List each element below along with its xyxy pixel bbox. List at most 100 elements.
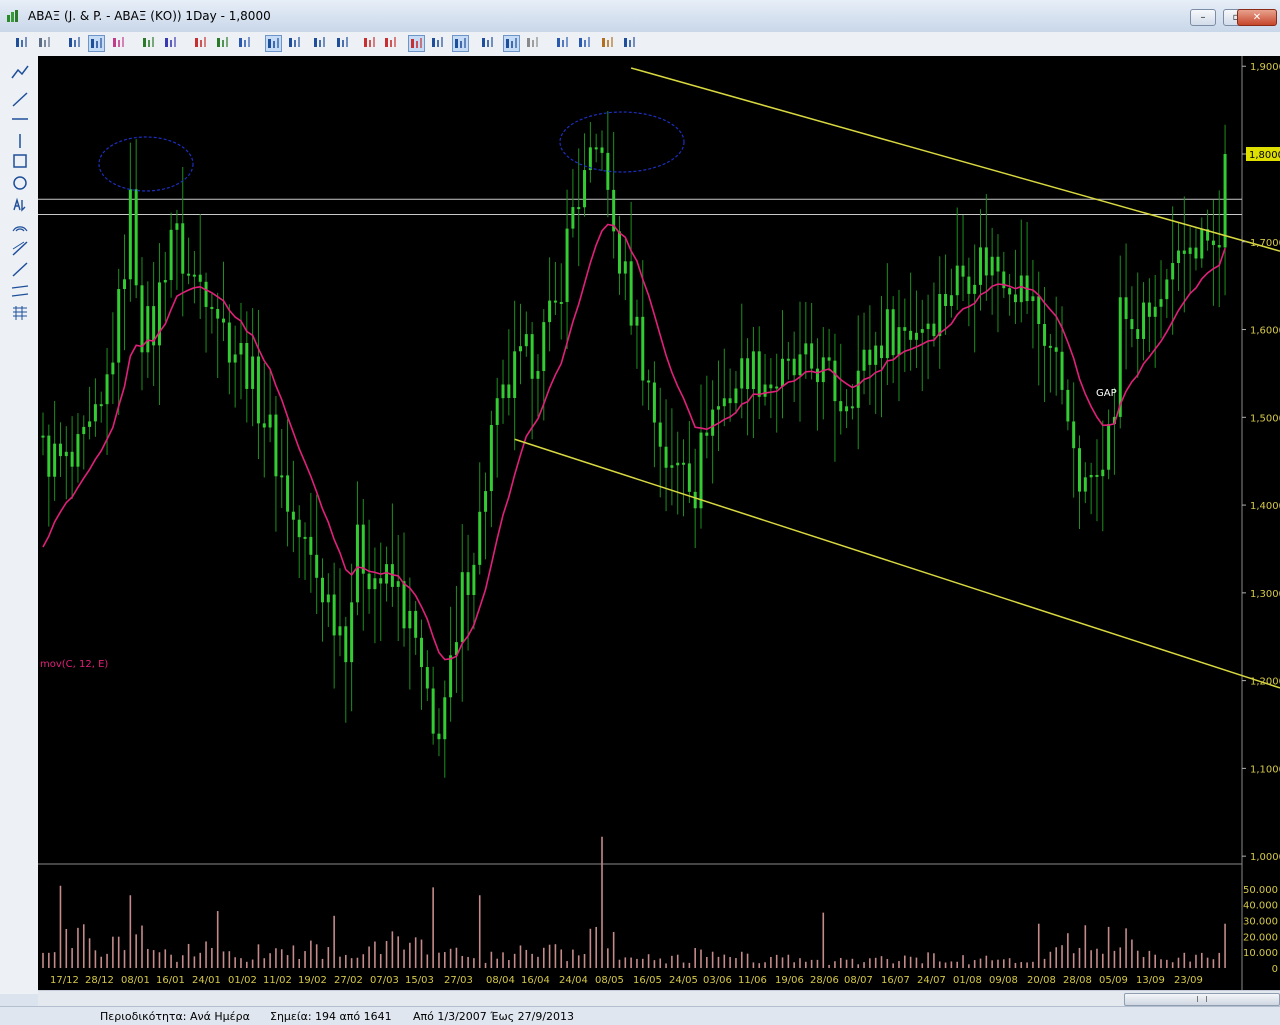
indicator-label: mov(C, 12, E) bbox=[40, 659, 108, 670]
zoom-fit-icon[interactable] bbox=[193, 35, 210, 52]
export-icon[interactable] bbox=[622, 35, 639, 52]
price-bar-body bbox=[309, 536, 313, 555]
scroll-end-icon[interactable] bbox=[335, 35, 352, 52]
trend-line-icon[interactable] bbox=[10, 64, 30, 82]
price-bar-body bbox=[1124, 297, 1128, 320]
report-icon[interactable] bbox=[600, 35, 617, 52]
zoom-out-icon[interactable] bbox=[237, 35, 254, 52]
fan-icon[interactable] bbox=[10, 304, 30, 322]
price-bar-body bbox=[64, 451, 68, 457]
x-axis-label: 08/01 bbox=[121, 975, 150, 986]
channel-icon[interactable] bbox=[10, 260, 30, 278]
tools-icon[interactable] bbox=[577, 35, 594, 52]
price-bar-body bbox=[530, 334, 534, 379]
price-bar-body bbox=[1083, 477, 1087, 492]
chart-background bbox=[38, 56, 1280, 990]
price-bar-body bbox=[134, 189, 138, 286]
price-bar-body bbox=[513, 351, 517, 398]
horizontal-line-icon[interactable] bbox=[10, 90, 30, 108]
price-bar-body bbox=[1147, 302, 1151, 317]
price-bar-body bbox=[53, 443, 57, 477]
price-bar-body bbox=[344, 626, 348, 663]
price-bar-body bbox=[792, 358, 796, 376]
price-bar-body bbox=[559, 301, 563, 304]
x-axis-label: 01/08 bbox=[953, 975, 982, 986]
crosshair-icon[interactable] bbox=[430, 35, 447, 52]
price-bar-body bbox=[746, 358, 750, 390]
price-bar-body bbox=[1048, 345, 1052, 348]
price-bar-body bbox=[123, 279, 127, 290]
marker-icon[interactable] bbox=[362, 35, 379, 52]
price-bar-body bbox=[70, 451, 74, 467]
price-bar-body bbox=[1188, 247, 1192, 254]
rectangle-icon[interactable] bbox=[10, 132, 30, 150]
zoom-in-icon[interactable] bbox=[215, 35, 232, 52]
print-icon[interactable] bbox=[37, 35, 54, 52]
price-chart[interactable]: 1,9000 1,8000 1,7000 1,6000 1,5000 1,4000 1,30… bbox=[38, 56, 1280, 990]
price-bar-body bbox=[903, 327, 907, 331]
price-bar-body bbox=[909, 330, 913, 340]
period-icon[interactable] bbox=[383, 35, 400, 52]
bar-chart-icon[interactable] bbox=[88, 35, 105, 52]
x-axis-label: 16/01 bbox=[156, 975, 185, 986]
price-bar-body bbox=[973, 284, 977, 294]
price-bar-body bbox=[175, 223, 179, 230]
price-bar-body bbox=[210, 306, 214, 309]
price-bar-body bbox=[1037, 296, 1041, 325]
price-bar-body bbox=[652, 382, 656, 423]
network-icon[interactable] bbox=[503, 35, 520, 52]
x-axis-label: 08/07 bbox=[844, 975, 873, 986]
volume-icon[interactable] bbox=[452, 35, 469, 52]
price-bar-body bbox=[804, 343, 808, 355]
price-bar-body bbox=[262, 423, 266, 428]
price-bar-body bbox=[996, 256, 1000, 272]
volume-tick-label: 10.000 bbox=[1243, 948, 1278, 959]
gap-annotation: GAP bbox=[1096, 388, 1117, 399]
main-toolbar bbox=[0, 32, 1280, 57]
x-axis-label: 16/05 bbox=[633, 975, 662, 986]
price-bar-body bbox=[111, 362, 115, 375]
grid-icon[interactable] bbox=[10, 282, 30, 300]
indicator-icon[interactable] bbox=[141, 35, 158, 52]
price-bar-body bbox=[484, 491, 488, 512]
refresh-icon[interactable] bbox=[111, 35, 128, 52]
scroll-start-icon[interactable] bbox=[312, 35, 329, 52]
price-bar-body bbox=[326, 594, 330, 603]
price-bar-body bbox=[553, 300, 557, 303]
horizontal-scrollbar[interactable] bbox=[38, 990, 1280, 1007]
price-bar-body bbox=[676, 462, 680, 466]
cursor-icon[interactable] bbox=[408, 35, 425, 52]
fibonacci-icon[interactable] bbox=[10, 217, 30, 235]
price-bar-body bbox=[815, 368, 819, 383]
x-axis-label: 28/06 bbox=[810, 975, 839, 986]
price-bar-body bbox=[687, 463, 691, 492]
volume-tick-label: 50.000 bbox=[1243, 885, 1278, 896]
minimize-button[interactable]: – bbox=[1190, 9, 1216, 26]
scrollbar-thumb[interactable] bbox=[1124, 993, 1280, 1006]
window-icon[interactable] bbox=[525, 35, 542, 52]
save-icon[interactable] bbox=[14, 35, 31, 52]
price-bar-body bbox=[920, 329, 924, 333]
price-bar-body bbox=[1054, 347, 1058, 352]
layout-icon[interactable] bbox=[555, 35, 572, 52]
price-bar-body bbox=[845, 406, 849, 412]
move-left-icon[interactable] bbox=[265, 35, 282, 52]
line-chart-icon[interactable] bbox=[67, 35, 84, 52]
price-bar-body bbox=[990, 256, 994, 276]
arc-icon[interactable] bbox=[10, 196, 30, 214]
close-button[interactable]: ✕ bbox=[1237, 9, 1277, 26]
price-bar-body bbox=[984, 247, 988, 276]
current-price-label: 1,8000 bbox=[1249, 150, 1280, 161]
text-tool-icon[interactable] bbox=[10, 174, 30, 192]
compare-icon[interactable] bbox=[163, 35, 180, 52]
price-bar-body bbox=[542, 322, 546, 372]
ray-icon[interactable] bbox=[10, 239, 30, 257]
move-right-icon[interactable] bbox=[287, 35, 304, 52]
price-bar-body bbox=[99, 404, 103, 407]
price-bar-body bbox=[472, 564, 476, 595]
trend-icon[interactable] bbox=[480, 35, 497, 52]
price-bar-body bbox=[617, 231, 621, 274]
volume-tick-label: 0 bbox=[1272, 964, 1278, 975]
ellipse-icon[interactable] bbox=[10, 152, 30, 170]
vertical-line-icon[interactable] bbox=[10, 110, 30, 128]
